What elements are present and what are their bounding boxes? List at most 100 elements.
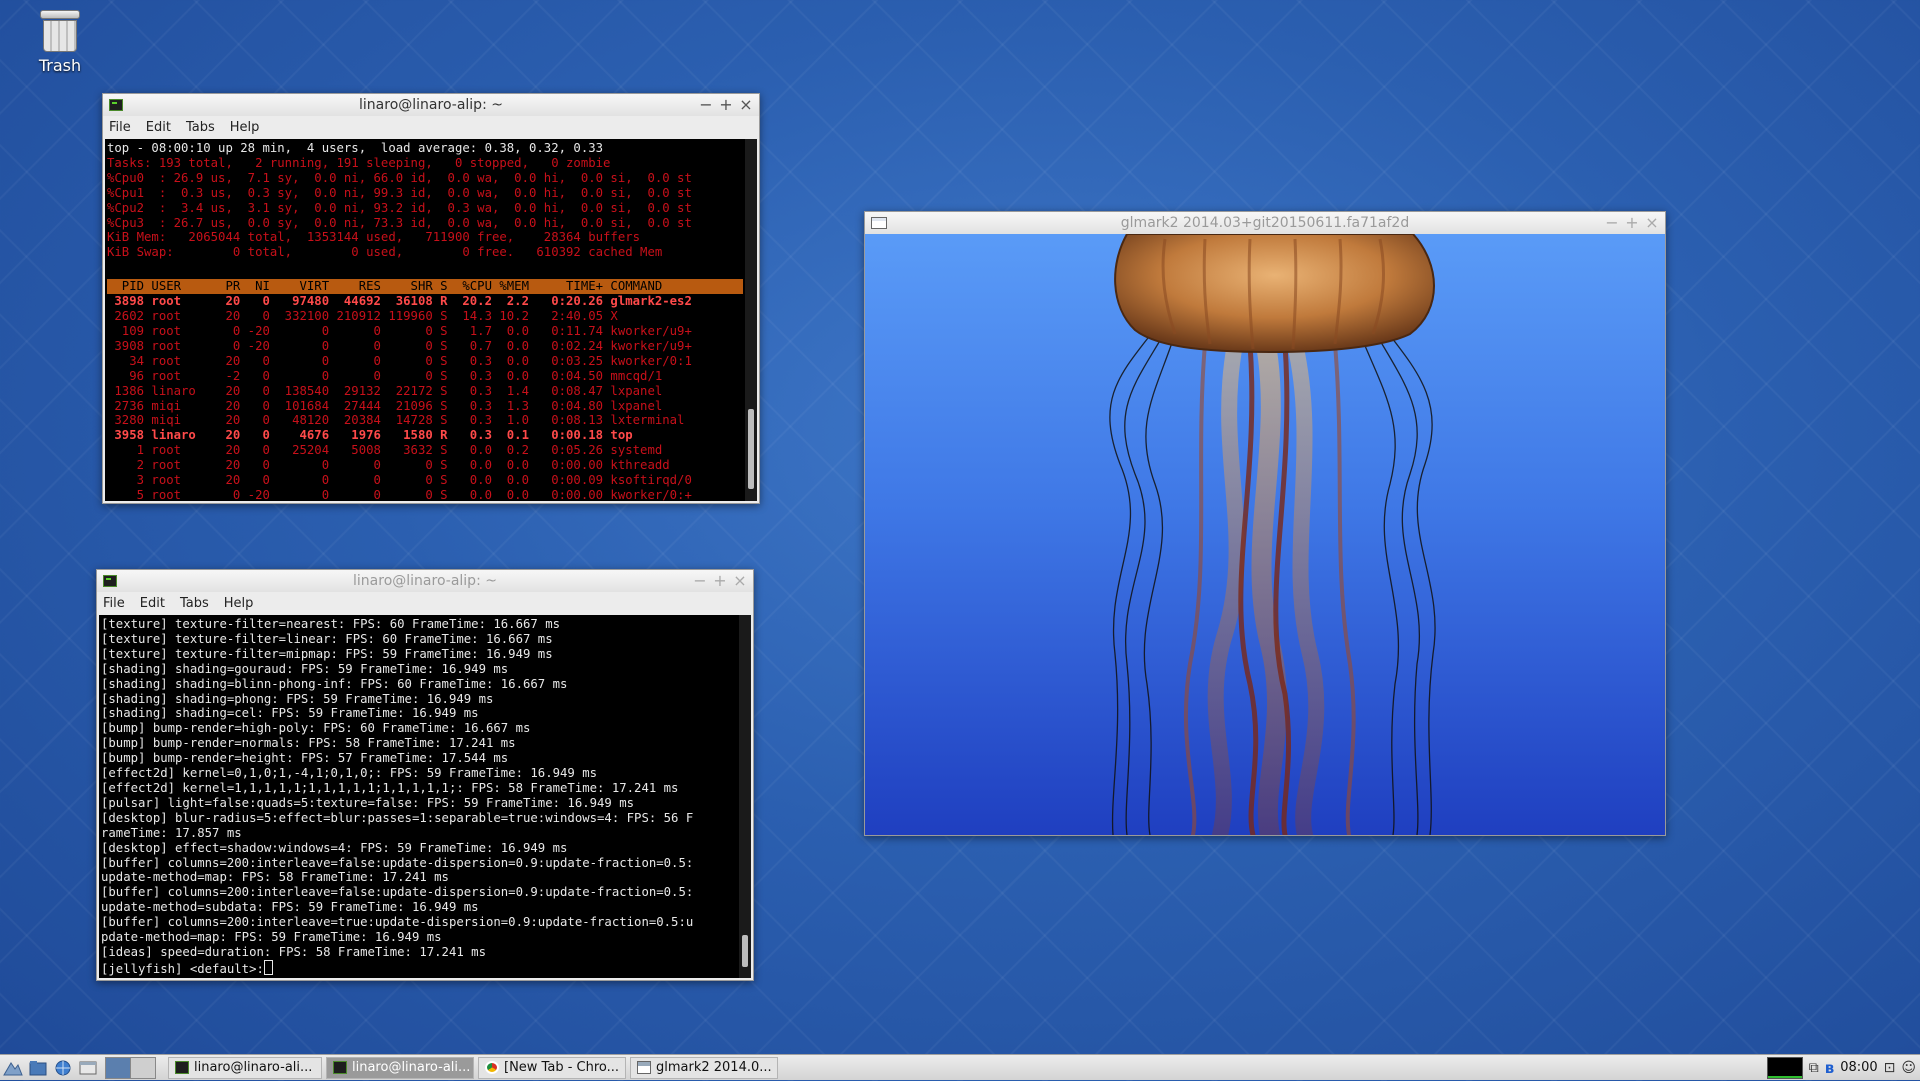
browser-icon[interactable]: [52, 1058, 74, 1078]
top-swap-line: KiB Swap: 0 total, 0 used, 0 free. 61039…: [107, 245, 663, 260]
system-tray: ⧉ ʙ 08:00 ⊡ ☺: [1766, 1055, 1920, 1081]
menu-bar: File Edit Tabs Help: [103, 116, 759, 138]
top-terminal-window: linaro@linaro-alip: ~ − + × File Edit Ta…: [102, 93, 760, 504]
log-line: [pulsar] light=false:quads=5:texture=fal…: [101, 795, 635, 810]
maximize-button[interactable]: +: [1623, 214, 1641, 232]
terminal-scrollbar[interactable]: [739, 615, 751, 978]
file-manager-icon[interactable]: [27, 1058, 49, 1078]
process-row: 109 root 0 -20 0 0 0 S 1.7 0.0 0:11.74 k…: [107, 323, 692, 338]
terminal-scrollbar[interactable]: [745, 139, 757, 501]
window-title: linaro@linaro-alip: ~: [359, 97, 503, 113]
window-title: linaro@linaro-alip: ~: [353, 573, 497, 589]
log-line: [shading] shading=gouraud: FPS: 59 Frame…: [101, 661, 509, 676]
top-tasks-line: Tasks: 193 total, 2 running, 191 sleepin…: [107, 155, 611, 170]
log-line: [ideas] speed=duration: FPS: 58 FrameTim…: [101, 944, 486, 959]
user-icon[interactable]: ☺: [1901, 1060, 1916, 1076]
task-terminal-2[interactable]: linaro@linaro-ali...: [326, 1056, 474, 1079]
minimize-button[interactable]: −: [691, 572, 709, 590]
process-row: 34 root 20 0 0 0 0 S 0.3 0.0 0:03.25 kwo…: [107, 353, 692, 368]
process-row: 5 root 0 -20 0 0 0 S 0.0 0.0 0:00.00 kwo…: [107, 487, 692, 501]
log-line: [shading] shading=blinn-phong-inf: FPS: …: [101, 676, 568, 691]
process-row: 3 root 20 0 0 0 0 S 0.0 0.0 0:00.09 ksof…: [107, 473, 692, 488]
close-button[interactable]: ×: [731, 572, 749, 590]
terminal-cursor: [263, 959, 273, 975]
log-line: update-method=map: FPS: 58 FrameTime: 17…: [101, 870, 449, 885]
show-desktop-icon[interactable]: [77, 1058, 99, 1078]
chromium-icon: [485, 1061, 499, 1074]
window-title: glmark2 2014.03+git20150611.fa71af2d: [1120, 215, 1410, 231]
process-row: 3908 root 0 -20 0 0 0 S 0.7 0.0 0:02.24 …: [107, 338, 692, 353]
window-titlebar[interactable]: linaro@linaro-alip: ~ − + ×: [103, 94, 759, 116]
jellyfish-image: [1109, 234, 1436, 835]
log-line: update-method=subdata: FPS: 59 FrameTime…: [101, 900, 479, 915]
trash-label: Trash: [38, 56, 82, 75]
log-line: [buffer] columns=200:interleave=false:up…: [101, 885, 694, 900]
window-icon: [871, 217, 887, 229]
log-line: [buffer] columns=200:interleave=false:up…: [101, 855, 694, 870]
task-label: [New Tab - Chro...: [504, 1060, 620, 1075]
menu-tabs[interactable]: Tabs: [186, 120, 215, 135]
task-terminal-1[interactable]: linaro@linaro-ali...: [168, 1056, 322, 1079]
log-line: [buffer] columns=200:interleave=true:upd…: [101, 915, 694, 930]
bluetooth-icon[interactable]: ʙ: [1825, 1059, 1835, 1077]
top-mem-line: KiB Mem: 2065044 total, 1353144 used, 71…: [107, 230, 641, 245]
clock[interactable]: 08:00: [1840, 1060, 1877, 1075]
cpu-monitor[interactable]: [1766, 1056, 1803, 1079]
close-button[interactable]: ×: [737, 96, 755, 114]
log-line: [shading] shading=cel: FPS: 59 FrameTime…: [101, 706, 479, 721]
log-line: [effect2d] kernel=0,1,0;1,-4,1;0,1,0;: F…: [101, 766, 598, 781]
workspace-1[interactable]: [106, 1057, 131, 1078]
menu-edit[interactable]: Edit: [146, 120, 171, 135]
task-label: linaro@linaro-ali...: [194, 1060, 313, 1075]
taskbar: linaro@linaro-ali... linaro@linaro-ali..…: [0, 1054, 1920, 1080]
log-line: [bump] bump-render=high-poly: FPS: 60 Fr…: [101, 721, 531, 736]
menu-file[interactable]: File: [103, 596, 125, 611]
process-row: 2 root 20 0 0 0 0 S 0.0 0.0 0:00.00 kthr…: [107, 458, 670, 473]
menu-bar: File Edit Tabs Help: [97, 592, 753, 614]
maximize-button[interactable]: +: [711, 572, 729, 590]
trash-desktop-icon[interactable]: Trash: [34, 10, 86, 75]
window-titlebar[interactable]: glmark2 2014.03+git20150611.fa71af2d − +…: [865, 212, 1665, 234]
menu-help[interactable]: Help: [224, 596, 254, 611]
terminal-icon: [103, 575, 117, 587]
log-line: [texture] texture-filter=linear: FPS: 60…: [101, 631, 553, 646]
workspace-switcher[interactable]: [105, 1056, 156, 1079]
close-button[interactable]: ×: [1643, 214, 1661, 232]
network-icon[interactable]: ⧉: [1809, 1060, 1819, 1076]
menu-tabs[interactable]: Tabs: [180, 596, 209, 611]
lock-screen-icon[interactable]: ⊡: [1884, 1060, 1896, 1076]
log-line: pdate-method=map: FPS: 59 FrameTime: 16.…: [101, 930, 442, 945]
jellyfish-render-view[interactable]: [865, 234, 1665, 835]
window-titlebar[interactable]: linaro@linaro-alip: ~ − + ×: [97, 570, 753, 592]
glmark-log-terminal-window: linaro@linaro-alip: ~ − + × File Edit Ta…: [96, 569, 754, 981]
process-table-header: PID USER PR NI VIRT RES SHR S %CPU %MEM …: [107, 279, 743, 295]
task-chromium[interactable]: [New Tab - Chro...: [478, 1056, 626, 1079]
log-line: [effect2d] kernel=1,1,1,1,1;1,1,1,1,1;1,…: [101, 780, 679, 795]
menu-file[interactable]: File: [109, 120, 131, 135]
current-benchmark-line: [jellyfish] <default>:: [101, 961, 264, 976]
maximize-button[interactable]: +: [717, 96, 735, 114]
log-line: [texture] texture-filter=nearest: FPS: 6…: [101, 617, 561, 631]
terminal-icon: [109, 99, 123, 111]
start-menu-icon[interactable]: [2, 1058, 24, 1078]
log-line: [bump] bump-render=height: FPS: 57 Frame…: [101, 751, 509, 766]
process-row: 1386 linaro 20 0 138540 29132 22172 S 0.…: [107, 383, 663, 398]
minimize-button[interactable]: −: [1603, 214, 1621, 232]
terminal-output[interactable]: [texture] texture-filter=nearest: FPS: 6…: [99, 615, 751, 978]
workspace-2[interactable]: [131, 1057, 155, 1078]
log-line: rameTime: 17.857 ms: [101, 825, 242, 840]
terminal-icon: [175, 1061, 189, 1074]
process-row: 96 root -2 0 0 0 0 S 0.3 0.0 0:04.50 mmc…: [107, 368, 663, 383]
menu-edit[interactable]: Edit: [140, 596, 165, 611]
top-cpu0-line: %Cpu0 : 26.9 us, 7.1 sy, 0.0 ni, 66.0 id…: [107, 170, 692, 185]
top-cpu3-line: %Cpu3 : 26.7 us, 0.0 sy, 0.0 ni, 73.3 id…: [107, 215, 692, 230]
window-icon: [637, 1061, 651, 1074]
log-line: [bump] bump-render=normals: FPS: 58 Fram…: [101, 736, 516, 751]
menu-help[interactable]: Help: [230, 120, 260, 135]
log-line: [texture] texture-filter=mipmap: FPS: 59…: [101, 646, 553, 661]
terminal-output[interactable]: top - 08:00:10 up 28 min, 4 users, load …: [105, 139, 757, 501]
task-glmark2[interactable]: glmark2 2014.0...: [630, 1056, 778, 1079]
process-row: 3958 linaro 20 0 4676 1976 1580 R 0.3 0.…: [107, 428, 633, 443]
log-line: [jellyfish] <default>:: [101, 959, 737, 977]
minimize-button[interactable]: −: [697, 96, 715, 114]
